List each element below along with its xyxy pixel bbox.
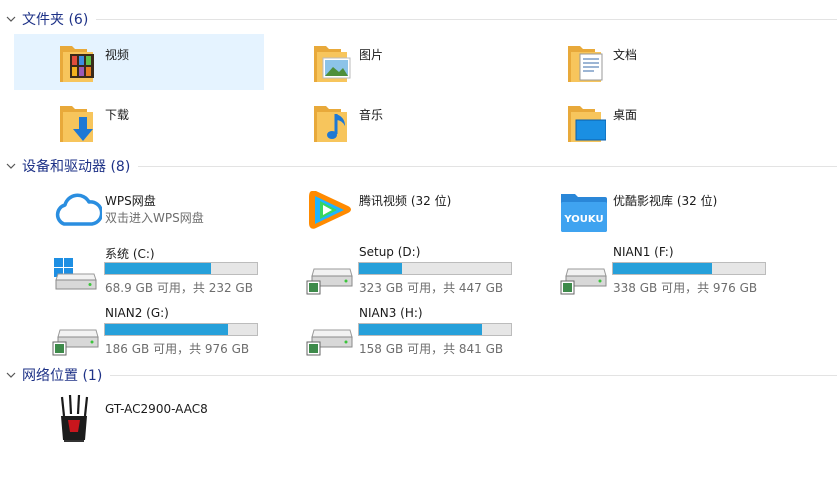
drive-usage-text: 323 GB 可用，共 447 GB bbox=[359, 281, 504, 295]
drive-usage-fill bbox=[105, 324, 229, 335]
chevron-down-icon[interactable] bbox=[6, 161, 16, 171]
drive-label: NIAN3 (H:) bbox=[359, 306, 423, 320]
drive-usage-fill bbox=[613, 263, 712, 274]
hard-drive-icon bbox=[306, 329, 353, 356]
drive-label: NIAN2 (G:) bbox=[105, 306, 169, 320]
chevron-down-icon[interactable] bbox=[6, 14, 16, 24]
drive-f[interactable]: NIAN1 (F:) 338 GB 可用，共 976 GB bbox=[522, 240, 772, 298]
folder-desktop[interactable]: 桌面 bbox=[522, 94, 772, 150]
drive-g[interactable]: NIAN2 (G:) 186 GB 可用，共 976 GB bbox=[14, 301, 264, 359]
group-title: 网络位置 (1) bbox=[22, 368, 103, 384]
group-header-folders[interactable]: 文件夹 (6) bbox=[0, 8, 837, 30]
folder-label: 桌面 bbox=[613, 108, 638, 122]
drive-usage-fill bbox=[105, 263, 212, 274]
hard-drive-icon bbox=[560, 268, 607, 295]
drive-d[interactable]: Setup (D:) 323 GB 可用，共 447 GB bbox=[268, 240, 518, 298]
drive-usage-bar bbox=[358, 262, 512, 275]
folder-pictures[interactable]: 图片 bbox=[268, 34, 518, 90]
system-drive-icon bbox=[54, 258, 97, 290]
folder-label: 图片 bbox=[359, 48, 384, 62]
network-device-label: GT-AC2900-AAC8 bbox=[105, 402, 208, 416]
group-title: 文件夹 (6) bbox=[22, 12, 89, 28]
documents-folder-icon bbox=[568, 46, 603, 82]
tencent-video-icon bbox=[309, 191, 351, 229]
group-header-network[interactable]: 网络位置 (1) bbox=[0, 364, 837, 386]
drive-label: 系统 (C:) bbox=[105, 247, 155, 261]
group-title: 设备和驱动器 (8) bbox=[22, 159, 131, 175]
router-icon bbox=[60, 394, 89, 442]
hard-drive-icon bbox=[306, 268, 353, 295]
drive-usage-text: 186 GB 可用，共 976 GB bbox=[105, 342, 250, 356]
desktop-folder-icon bbox=[568, 106, 606, 142]
drive-usage-fill bbox=[359, 263, 402, 274]
drive-usage-text: 68.9 GB 可用，共 232 GB bbox=[105, 281, 253, 295]
drive-label: NIAN1 (F:) bbox=[613, 245, 674, 259]
folder-label: 音乐 bbox=[359, 108, 384, 122]
folder-documents[interactable]: 文档 bbox=[522, 34, 772, 90]
drive-usage-fill bbox=[359, 324, 483, 335]
app-label: 优酷影视库 (32 位) bbox=[613, 194, 718, 208]
app-subtitle: 双击进入WPS网盘 bbox=[105, 211, 204, 225]
drive-usage-text: 338 GB 可用，共 976 GB bbox=[613, 281, 758, 295]
app-tencent-video[interactable]: 腾讯视频 (32 位) bbox=[268, 184, 518, 236]
folder-downloads[interactable]: 下载 bbox=[14, 94, 264, 150]
drive-usage-bar bbox=[358, 323, 512, 336]
group-divider bbox=[96, 18, 837, 20]
app-label: 腾讯视频 (32 位) bbox=[359, 194, 452, 208]
chevron-down-icon[interactable] bbox=[6, 370, 16, 380]
drive-h[interactable]: NIAN3 (H:) 158 GB 可用，共 841 GB bbox=[268, 301, 518, 359]
drive-c[interactable]: 系统 (C:) 68.9 GB 可用，共 232 GB bbox=[14, 240, 264, 298]
pictures-folder-icon bbox=[314, 46, 351, 82]
video-folder-icon bbox=[60, 46, 94, 82]
app-youku[interactable]: YOUKU 优酷影视库 (32 位) bbox=[522, 184, 772, 236]
group-divider bbox=[138, 165, 837, 167]
svg-text:YOUKU: YOUKU bbox=[563, 214, 603, 225]
drive-label: Setup (D:) bbox=[359, 245, 421, 259]
music-folder-icon bbox=[314, 106, 347, 142]
drive-usage-bar bbox=[104, 262, 258, 275]
folder-videos[interactable]: 视频 bbox=[14, 34, 264, 90]
drive-usage-bar bbox=[612, 262, 766, 275]
app-wps-cloud[interactable]: WPS网盘 双击进入WPS网盘 bbox=[14, 184, 264, 236]
folder-music[interactable]: 音乐 bbox=[268, 94, 518, 150]
folder-label: 视频 bbox=[105, 48, 130, 62]
youku-icon: YOUKU bbox=[561, 194, 607, 232]
downloads-folder-icon bbox=[60, 106, 93, 142]
folder-label: 下载 bbox=[105, 108, 130, 122]
folder-label: 文档 bbox=[613, 48, 638, 62]
group-divider bbox=[110, 374, 837, 376]
app-label: WPS网盘 bbox=[105, 194, 156, 208]
drive-usage-text: 158 GB 可用，共 841 GB bbox=[359, 342, 504, 356]
group-header-devices[interactable]: 设备和驱动器 (8) bbox=[0, 155, 837, 177]
wps-cloud-icon bbox=[55, 193, 102, 226]
network-device-router[interactable]: GT-AC2900-AAC8 bbox=[14, 392, 264, 448]
drive-usage-bar bbox=[104, 323, 258, 336]
hard-drive-icon bbox=[52, 329, 99, 356]
